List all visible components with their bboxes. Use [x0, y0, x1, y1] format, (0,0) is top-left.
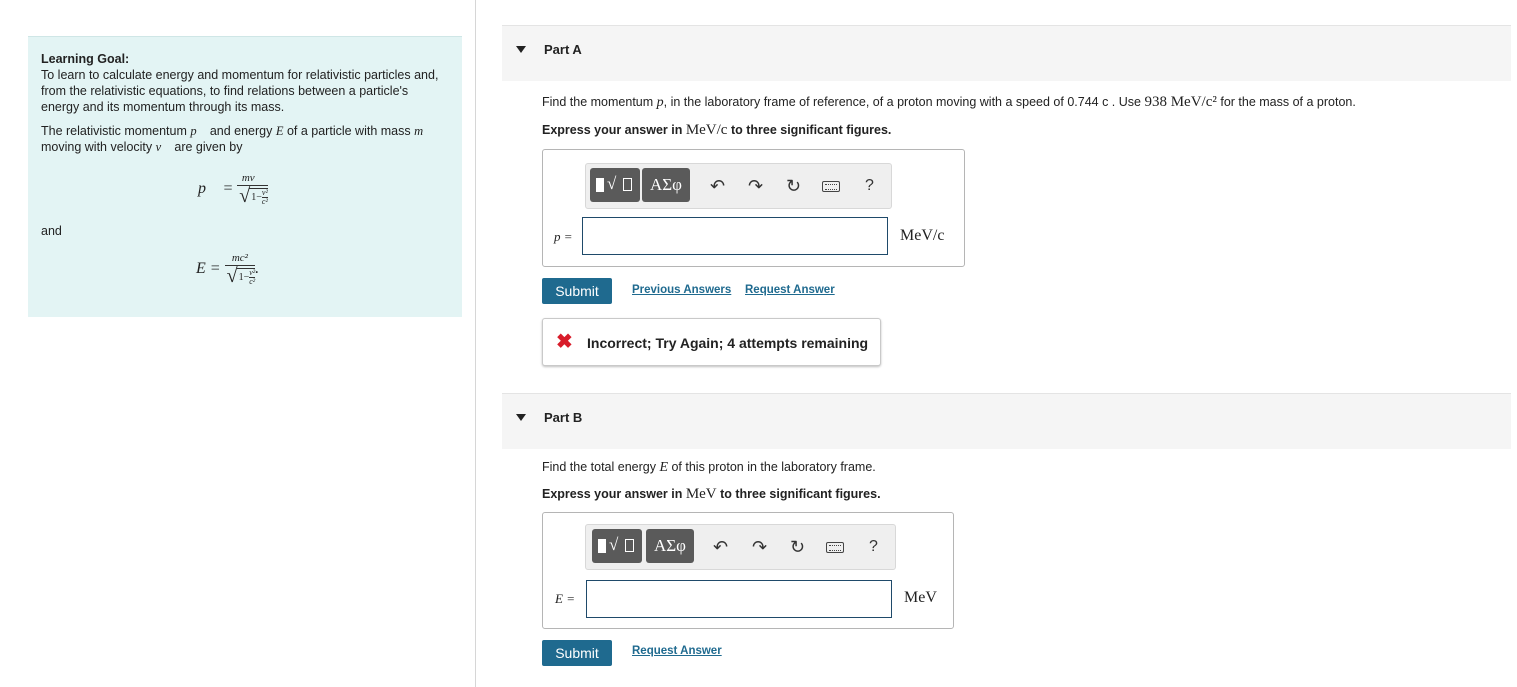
energy-formula: E = mc² 1−v²c² .	[196, 252, 259, 288]
momentum-formula: p⃗ = mv⃗ 1−v²c²	[198, 172, 268, 208]
part-b-question: Find the total energy E of this proton i…	[542, 460, 876, 475]
learning-goal-text: To learn to calculate energy and momentu…	[41, 68, 439, 114]
p-variable-label: p =	[554, 229, 573, 244]
error-x-icon: ✖	[556, 331, 573, 353]
redo-icon[interactable]: ↷	[752, 537, 767, 557]
templates-button[interactable]: √	[590, 168, 640, 202]
e-variable-label: E =	[555, 591, 575, 606]
reset-icon[interactable]: ↻	[786, 176, 801, 196]
cursor-block-icon	[596, 178, 604, 192]
sqrt-denominator: 1−v²c²	[239, 185, 268, 208]
part-b-instructions: Express your answer in MeV to three sign…	[542, 486, 881, 502]
energy-unit-label: MeV	[904, 589, 937, 606]
part-b-header[interactable]: Part B	[502, 393, 1511, 449]
feedback-message: Incorrect; Try Again; 4 attempts remaini…	[587, 335, 869, 351]
part-a-header[interactable]: Part A	[502, 25, 1511, 81]
reset-icon[interactable]: ↻	[790, 537, 805, 557]
and-label: and	[41, 224, 62, 238]
templates-button[interactable]: √	[592, 529, 642, 563]
greek-symbols-button[interactable]: ΑΣφ	[646, 529, 694, 563]
greek-symbols-button[interactable]: ΑΣφ	[642, 168, 690, 202]
part-a-answer-box: √ ΑΣφ ↶ ↷ ↻ ? p = MeV/c	[542, 149, 965, 267]
part-b-answer-box: √ ΑΣφ ↶ ↷ ↻ ? E = MeV	[542, 512, 954, 629]
part-b-submit-button[interactable]: Submit	[542, 640, 612, 666]
box-icon	[623, 178, 632, 191]
part-a-question: Find the momentum p, in the laboratory f…	[542, 94, 1356, 110]
part-b-title: Part B	[544, 410, 583, 425]
undo-icon[interactable]: ↶	[710, 176, 725, 196]
momentum-unit-label: MeV/c	[900, 227, 945, 244]
collapse-triangle-icon[interactable]	[516, 46, 526, 53]
previous-answers-link[interactable]: Previous Answers	[632, 284, 731, 296]
help-icon[interactable]: ?	[869, 537, 878, 557]
math-toolbar: √ ΑΣφ ↶ ↷ ↻ ?	[585, 524, 896, 570]
momentum-answer-input[interactable]	[582, 217, 888, 255]
part-a-request-answer-link[interactable]: Request Answer	[745, 284, 835, 296]
collapse-triangle-icon[interactable]	[516, 414, 526, 421]
incorrect-feedback: ✖ Incorrect; Try Again; 4 attempts remai…	[542, 318, 881, 366]
part-a-instructions: Express your answer in MeV/c to three si…	[542, 122, 892, 138]
undo-icon[interactable]: ↶	[713, 537, 728, 557]
learning-goal-title: Learning Goal:	[41, 52, 130, 66]
redo-icon[interactable]: ↷	[748, 176, 763, 196]
keyboard-icon[interactable]	[826, 542, 844, 553]
help-icon[interactable]: ?	[865, 176, 874, 196]
part-b-request-answer-link[interactable]: Request Answer	[632, 645, 722, 657]
sqrt-icon: √	[607, 174, 617, 193]
part-a-submit-button[interactable]: Submit	[542, 278, 612, 304]
sqrt-icon: √	[609, 535, 619, 554]
column-divider	[475, 0, 476, 687]
sqrt-denominator: 1−v²c²	[227, 265, 256, 288]
formula-intro: The relativistic momentum p⃗ and energy …	[41, 124, 424, 154]
energy-answer-input[interactable]	[586, 580, 892, 618]
box-icon	[625, 539, 634, 552]
part-a-title: Part A	[544, 42, 582, 57]
keyboard-icon[interactable]	[822, 181, 840, 192]
math-toolbar: √ ΑΣφ ↶ ↷ ↻ ?	[585, 163, 892, 209]
cursor-block-icon	[598, 539, 606, 553]
